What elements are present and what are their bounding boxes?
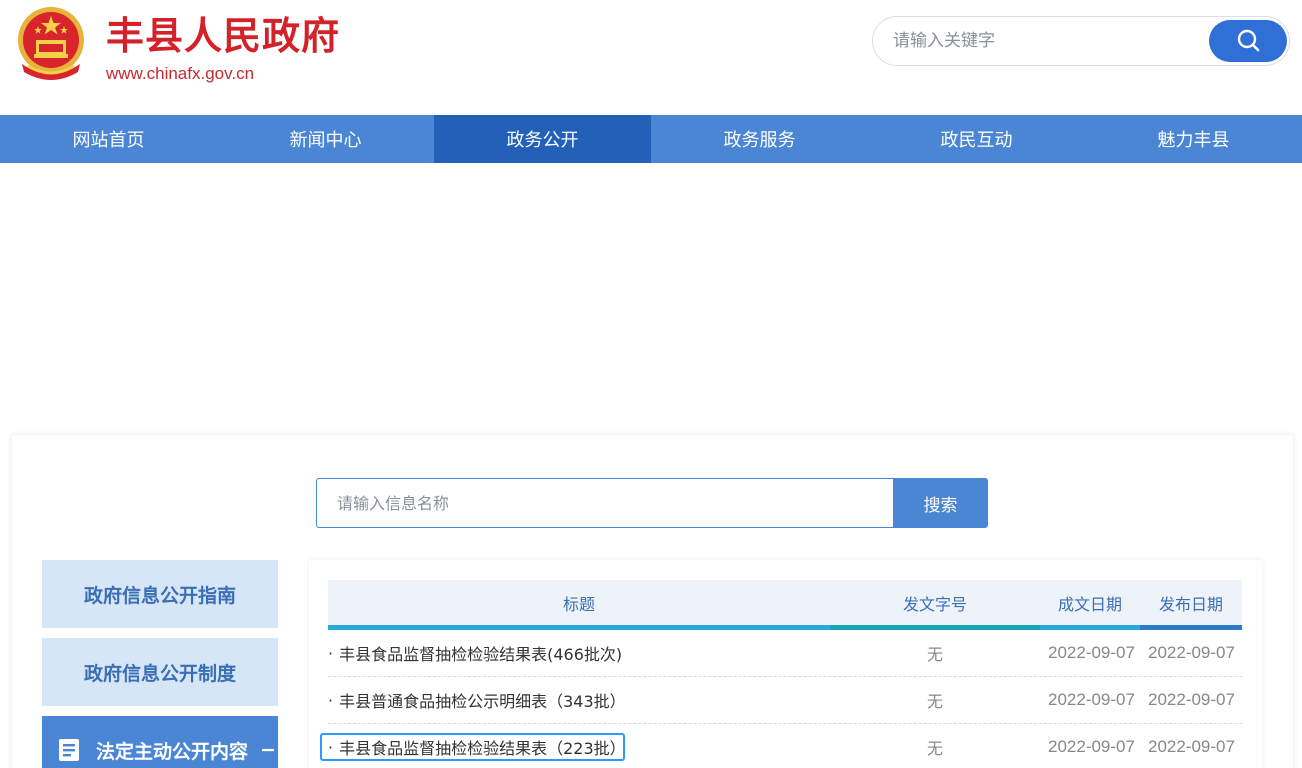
table-header: 标题 发文字号 成文日期 发布日期 xyxy=(328,580,1242,630)
top-search-box xyxy=(872,16,1290,66)
row-title-text: 丰县食品监督抽检检验结果表(466批次) xyxy=(339,645,623,664)
row-title-link[interactable]: · 丰县普通食品抽检公示明细表（343批） xyxy=(328,677,828,723)
collapse-toggle[interactable]: − xyxy=(260,739,276,761)
table-row: · 丰县食品监督抽检检验结果表（223批） 无 2022-09-07 2022-0… xyxy=(328,724,1242,768)
row-written-date: 2022-09-07 xyxy=(1048,690,1135,709)
sidebar-item-guide[interactable]: 政府信息公开指南 xyxy=(42,560,278,628)
nav-item-charm-fengxian[interactable]: 魅力丰县 xyxy=(1085,115,1302,163)
row-title-text: 丰县普通食品抽检公示明细表（343批） xyxy=(339,692,626,711)
column-header-doc-number: 发文字号 xyxy=(902,595,967,614)
row-title-link[interactable]: · 丰县食品监督抽检检验结果表(466批次) xyxy=(328,630,828,676)
column-header-written-date: 成文日期 xyxy=(1057,595,1122,614)
column-header-publish-date: 发布日期 xyxy=(1158,595,1223,614)
row-publish-date: 2022-09-07 xyxy=(1148,690,1235,709)
row-publish-date: 2022-09-07 xyxy=(1148,643,1235,662)
top-search-button[interactable] xyxy=(1209,20,1287,62)
nav-item-interaction[interactable]: 政民互动 xyxy=(868,115,1085,163)
site-title[interactable]: 丰县人民政府 xyxy=(106,10,340,62)
row-written-date: 2022-09-07 xyxy=(1048,737,1135,756)
row-title-text: 丰县食品监督抽检检验结果表（223批） xyxy=(339,739,626,758)
sidebar-item-label: 政府信息公开制度 xyxy=(83,662,236,685)
nav-item-news[interactable]: 新闻中心 xyxy=(217,115,434,163)
document-list-icon xyxy=(59,739,79,761)
sidebar-item-label: 法定主动公开内容 xyxy=(96,740,249,763)
column-header-title: 标题 xyxy=(562,595,595,614)
national-emblem-icon xyxy=(18,7,84,80)
top-search-input[interactable] xyxy=(893,17,1203,65)
row-doc-number: 无 xyxy=(926,692,943,711)
nav-item-government-services[interactable]: 政务服务 xyxy=(651,115,868,163)
sidebar-item-system[interactable]: 政府信息公开制度 xyxy=(42,638,278,706)
nav-item-government-affairs[interactable]: 政务公开 xyxy=(434,115,651,163)
row-doc-number: 无 xyxy=(926,645,943,664)
table-row: · 丰县食品监督抽检检验结果表(466批次) 无 2022-09-07 2022-… xyxy=(328,630,1242,677)
search-icon xyxy=(1237,29,1260,52)
row-publish-date: 2022-09-07 xyxy=(1148,737,1235,756)
sidebar-item-statutory-content[interactable]: 法定主动公开内容 − xyxy=(42,716,278,768)
table-row: · 丰县普通食品抽检公示明细表（343批） 无 2022-09-07 2022-0… xyxy=(328,677,1242,724)
row-doc-number: 无 xyxy=(926,739,943,758)
row-written-date: 2022-09-07 xyxy=(1048,643,1135,662)
sidebar-item-label: 政府信息公开指南 xyxy=(83,584,236,607)
site-url[interactable]: www.chinafx.gov.cn xyxy=(106,64,254,84)
info-search-bar: 搜索 xyxy=(316,478,988,528)
site-header: 丰县人民政府 www.chinafx.gov.cn xyxy=(0,0,1302,115)
main-nav: 网站首页 新闻中心 政务公开 政务服务 政民互动 魅力丰县 xyxy=(0,115,1302,163)
info-search-button[interactable]: 搜索 xyxy=(893,478,988,528)
row-title-link[interactable]: · 丰县食品监督抽检检验结果表（223批） xyxy=(328,724,828,768)
info-search-input[interactable] xyxy=(316,478,894,528)
nav-item-home[interactable]: 网站首页 xyxy=(0,115,217,163)
